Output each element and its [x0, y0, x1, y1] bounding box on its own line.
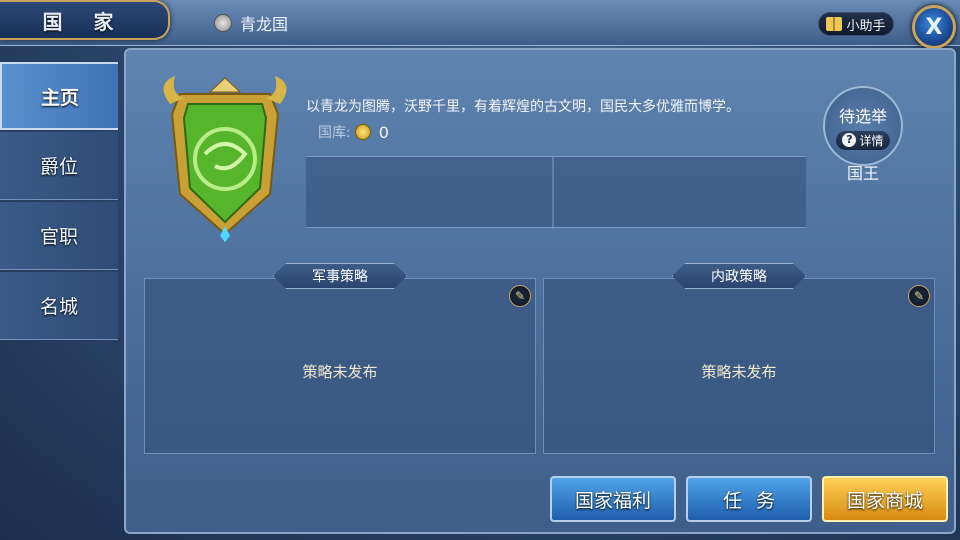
gold-coin-icon [354, 124, 371, 140]
tab-label: 爵位 [39, 156, 78, 178]
helper-button-label: 小助手 [846, 18, 886, 34]
tab-label: 主页 [40, 86, 79, 109]
shop-button[interactable]: 国家商城 [822, 476, 948, 522]
welfare-button[interactable]: 国家福利 [550, 476, 676, 522]
info-box [306, 156, 806, 229]
king-status: 待选举 [838, 106, 887, 126]
treasury-label: 国库: [318, 125, 351, 141]
king-section: 待选举 ? 详情 国王 [818, 86, 908, 186]
country-name: 青龙国 [214, 11, 288, 35]
king-detail-button[interactable]: ? 详情 [836, 130, 890, 150]
civil-strategy-empty: 策略未发布 [701, 363, 777, 381]
task-button[interactable]: 任务 [686, 476, 812, 522]
tab-nobility[interactable]: 爵位 [0, 132, 118, 200]
detail-label: 详情 [859, 133, 884, 148]
military-strategy-title: 军事策略 [312, 269, 368, 285]
country-coin-icon [214, 14, 232, 32]
treasury: 国库: 0 [318, 122, 389, 142]
civil-strategy-panel: 内政策略 ✎ 策略未发布 [543, 263, 935, 454]
tab-officials[interactable]: 官职 [0, 202, 118, 270]
page-title: 国 家 [42, 9, 126, 34]
king-role: 国王 [846, 164, 879, 183]
tab-label: 官职 [39, 226, 78, 248]
military-strategy-header: 军事策略 [273, 263, 407, 289]
edit-icon[interactable]: ✎ [908, 285, 930, 307]
sidebar: 主页 爵位 官职 名城 [0, 62, 118, 342]
close-button[interactable]: X [912, 5, 956, 49]
military-strategy-empty: 策略未发布 [302, 363, 378, 381]
military-strategy-panel: 军事策略 ✎ 策略未发布 [144, 263, 536, 454]
civil-strategy-title: 内政策略 [711, 269, 767, 285]
country-name-label: 青龙国 [240, 15, 289, 34]
tab-home[interactable]: 主页 [0, 62, 118, 130]
tab-cities[interactable]: 名城 [0, 272, 118, 340]
tab-label: 名城 [39, 296, 78, 318]
page-title-plate: 国 家 [0, 0, 170, 40]
king-election-ring[interactable]: 待选举 ? 详情 [823, 86, 903, 166]
edit-icon[interactable]: ✎ [509, 285, 531, 307]
question-icon: ? [842, 133, 857, 147]
helper-button[interactable]: 小助手 [818, 12, 894, 36]
country-description: 以青龙为图腾，沃野千里，有着辉煌的古文明，国民大多优雅而博学。 [306, 99, 740, 115]
book-icon [826, 17, 843, 31]
treasury-value: 0 [378, 122, 389, 142]
top-bar: 国 家 青龙国 小助手 X [0, 0, 960, 49]
civil-strategy-header: 内政策略 [672, 263, 806, 289]
close-icon: X [925, 14, 943, 40]
country-emblem-icon [163, 76, 287, 242]
info-divider [552, 157, 554, 229]
